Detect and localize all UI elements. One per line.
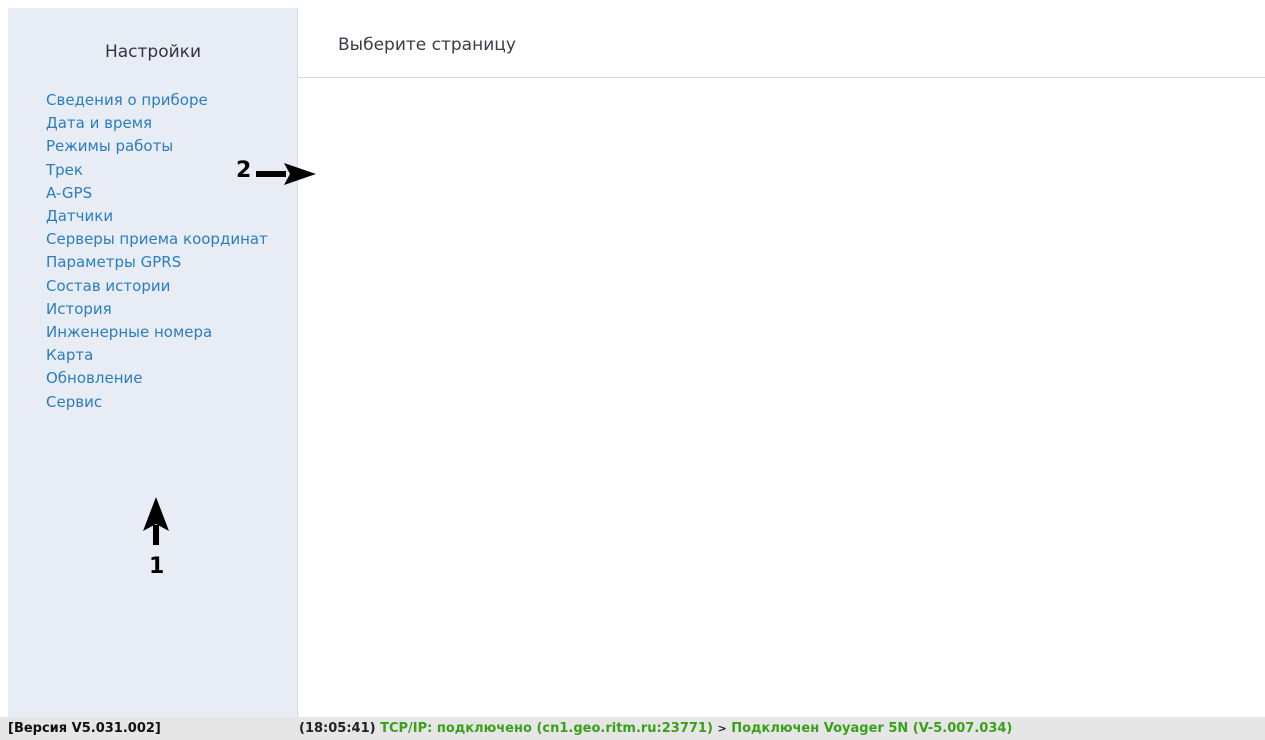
sidebar-menu: Сведения о приборе Дата и время Режимы р… bbox=[46, 89, 268, 414]
arrow-up-icon bbox=[143, 497, 169, 545]
sidebar-item-history[interactable]: История bbox=[46, 298, 268, 321]
arrow-right-icon bbox=[256, 163, 316, 185]
sidebar-item-gprs-settings[interactable]: Параметры GPRS bbox=[46, 251, 268, 274]
sidebar-item-date-time[interactable]: Дата и время bbox=[46, 112, 268, 135]
sidebar-item-operating-modes[interactable]: Режимы работы bbox=[46, 135, 268, 158]
sidebar-item-coordinate-servers[interactable]: Серверы приема координат bbox=[46, 228, 268, 251]
sidebar-item-map[interactable]: Карта bbox=[46, 344, 268, 367]
device-status: Подключен Voyager 5N (V-5.007.034) bbox=[731, 721, 1013, 736]
status-time: (18:05:41) bbox=[299, 721, 376, 736]
main-header: Выберите страницу bbox=[298, 8, 1265, 78]
status-bar: [Версия V5.031.002] (18:05:41) TCP/IP: п… bbox=[0, 717, 1265, 740]
annotation-label-1: 1 bbox=[149, 554, 165, 579]
version-label: [Версия V5.031.002] bbox=[8, 721, 161, 736]
sidebar-item-agps[interactable]: A-GPS bbox=[46, 182, 268, 205]
annotation-label-2: 2 bbox=[236, 158, 252, 183]
connection-status: (18:05:41) TCP/IP: подключено (cn1.geo.r… bbox=[299, 717, 1012, 740]
sidebar-item-engineering-numbers[interactable]: Инженерные номера bbox=[46, 321, 268, 344]
sidebar: Настройки Сведения о приборе Дата и врем… bbox=[8, 8, 298, 717]
sidebar-item-device-info[interactable]: Сведения о приборе bbox=[46, 89, 268, 112]
sidebar-item-sensors[interactable]: Датчики bbox=[46, 205, 268, 228]
sidebar-item-history-content[interactable]: Состав истории bbox=[46, 275, 268, 298]
sidebar-item-service[interactable]: Сервис bbox=[46, 391, 268, 414]
tcp-status: TCP/IP: подключено (cn1.geo.ritm.ru:2377… bbox=[380, 721, 713, 736]
sidebar-title: Настройки bbox=[104, 42, 201, 62]
content-area bbox=[298, 79, 1265, 717]
sidebar-item-update[interactable]: Обновление bbox=[46, 367, 268, 390]
status-separator: > bbox=[717, 722, 727, 735]
page-title: Выберите страницу bbox=[338, 35, 516, 55]
sidebar-item-track[interactable]: Трек bbox=[46, 159, 268, 182]
